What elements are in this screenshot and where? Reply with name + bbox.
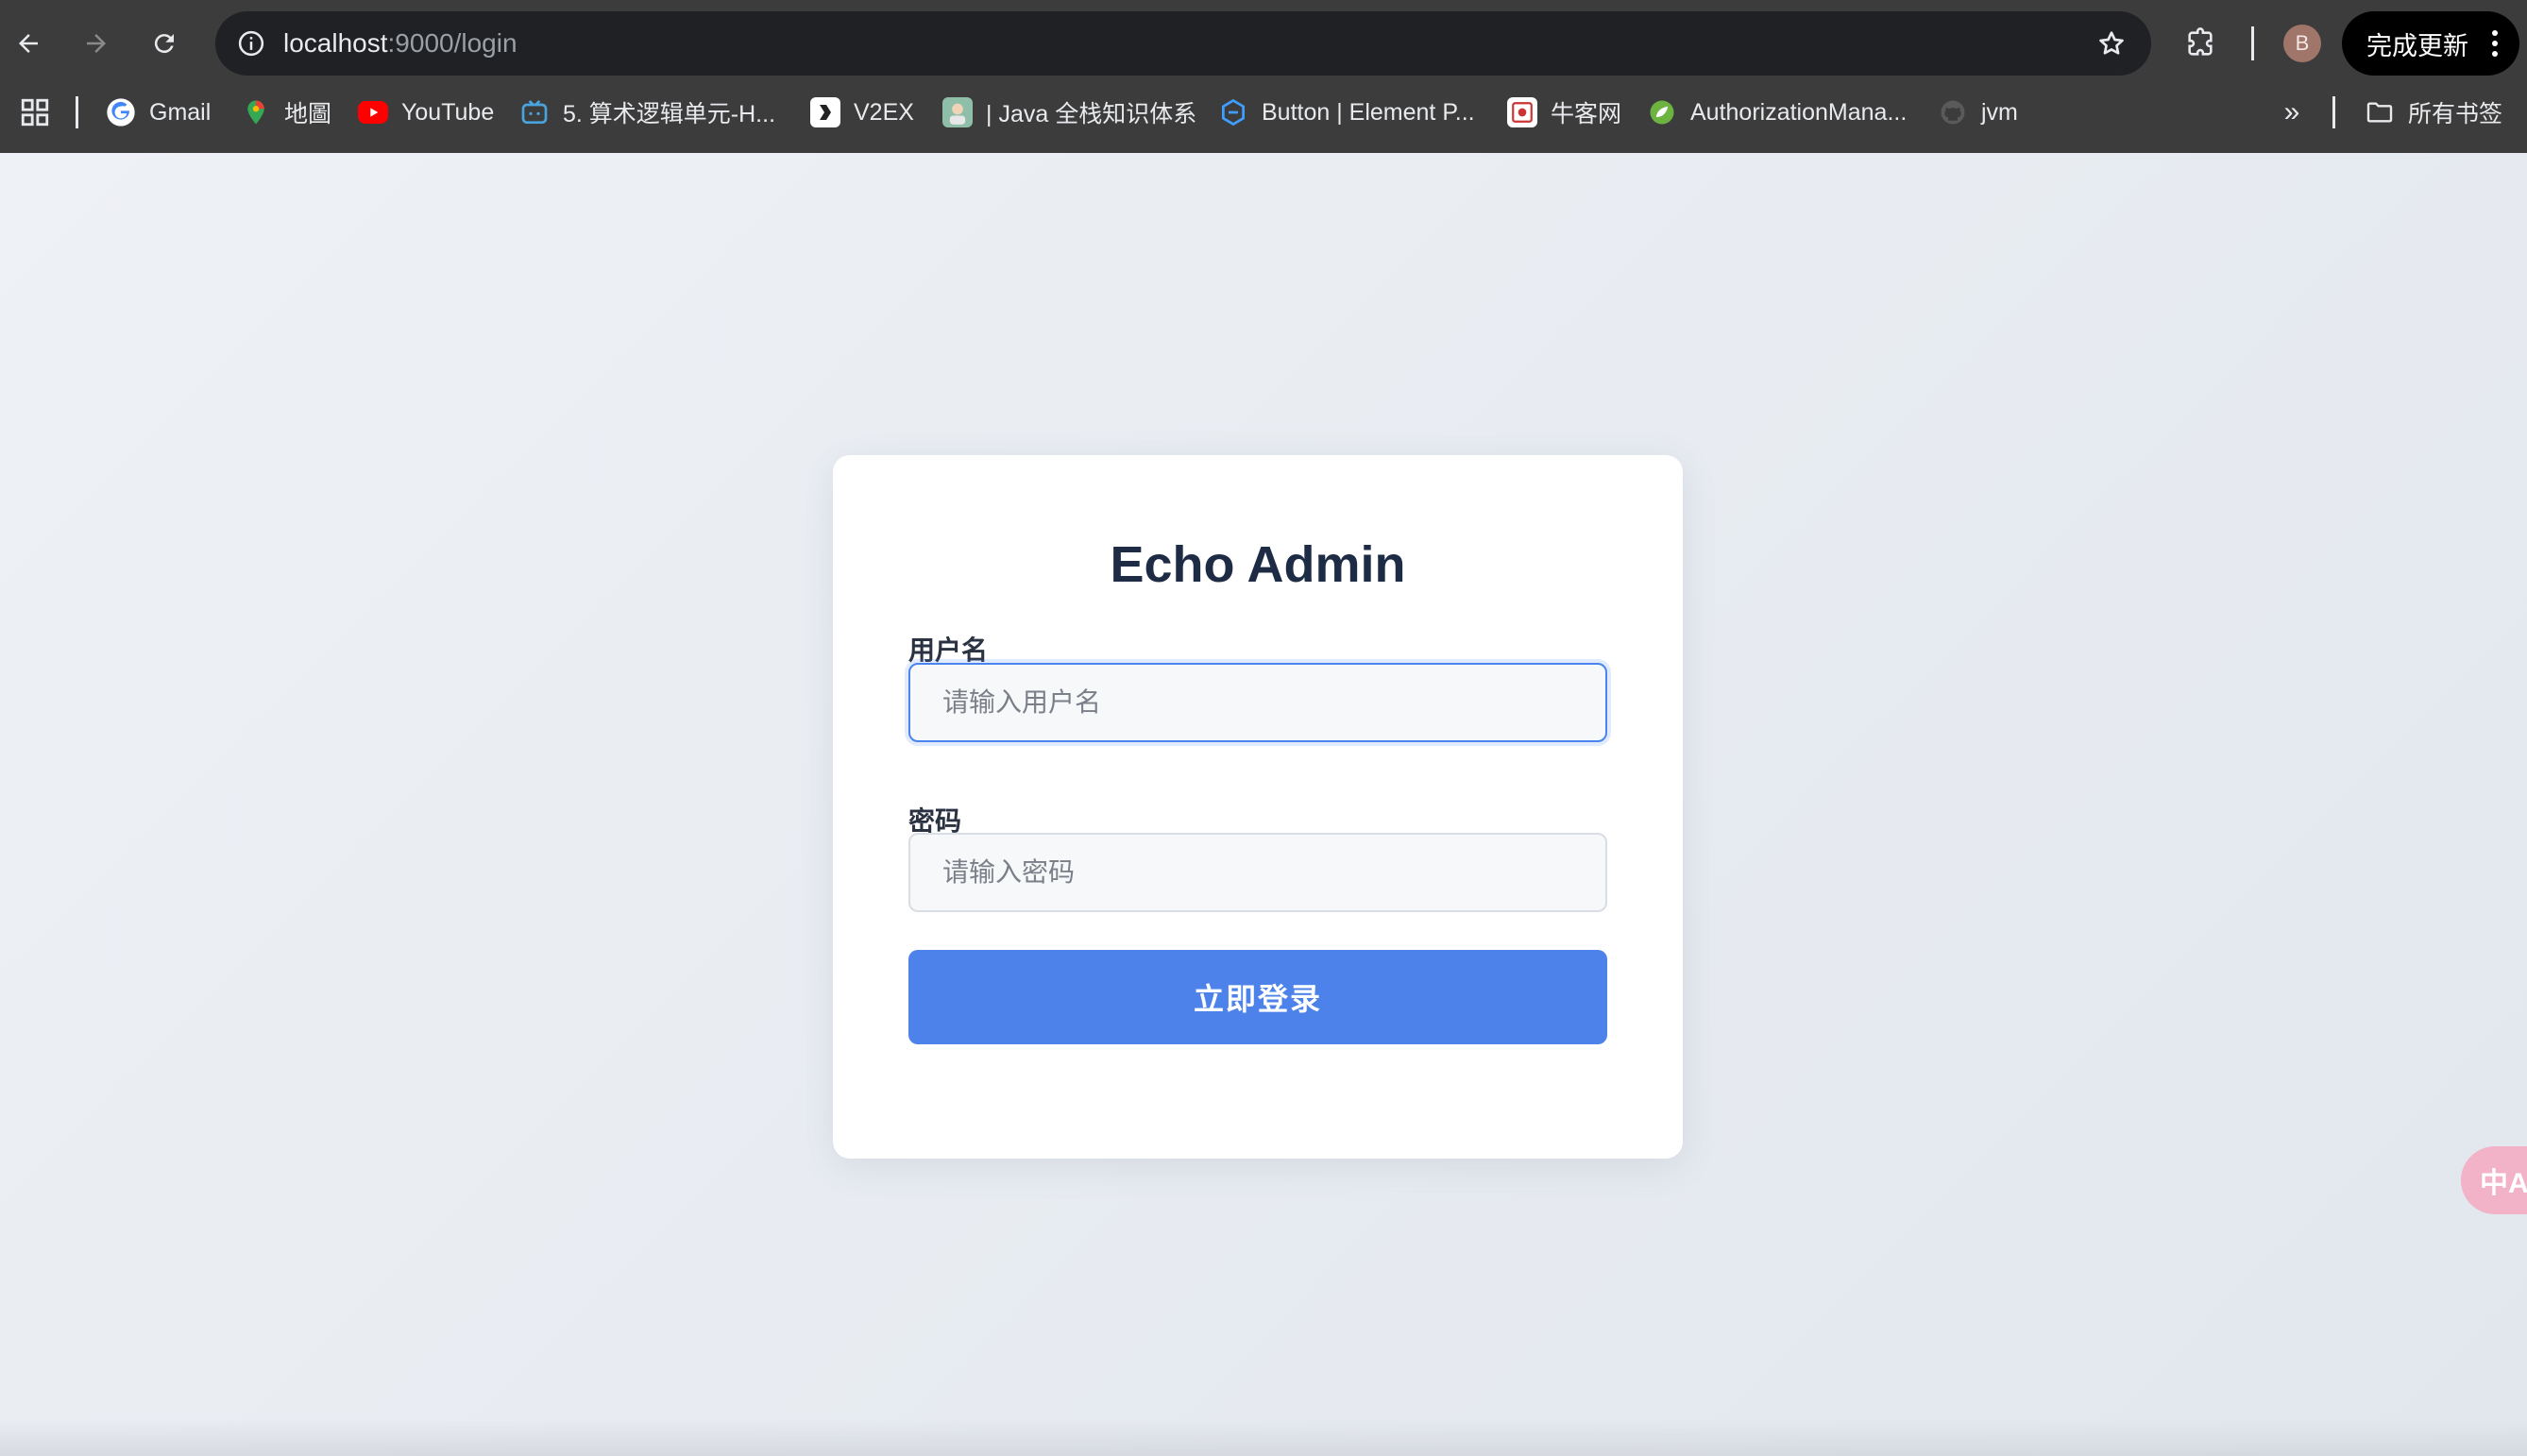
url-text[interactable]: localhost:9000/login: [283, 11, 517, 76]
bookmarks-bar: Gmail 地圖 YouTube 5. 算术逻辑单元-H... V2EX | J…: [0, 83, 2527, 142]
login-card: Echo Admin 用户名 密码 立即登录: [833, 455, 1683, 1159]
bookmark-item[interactable]: YouTube: [358, 83, 494, 142]
google-icon: [106, 97, 136, 127]
reload-button[interactable]: [142, 21, 187, 66]
bilibili-tv-icon: [519, 97, 550, 127]
bookmarks-divider: [76, 96, 78, 128]
bookmark-item[interactable]: 牛客网: [1507, 83, 1621, 142]
bookmark-item[interactable]: jvm: [1938, 83, 2018, 142]
puzzle-icon: [2188, 27, 2213, 56]
more-menu-icon: [2491, 28, 2499, 59]
bookmark-label: YouTube: [401, 98, 495, 126]
bookmark-label: jvm: [1981, 98, 2018, 126]
bookmark-label: | Java 全栈知识体系: [986, 101, 1197, 127]
forward-button[interactable]: [74, 21, 119, 66]
bookmark-item[interactable]: V2EX: [810, 83, 914, 142]
bookmark-item[interactable]: Gmail: [106, 83, 211, 142]
login-button[interactable]: 立即登录: [908, 950, 1607, 1044]
java-site-avatar-icon: [942, 97, 973, 127]
address-bar[interactable]: localhost:9000/login: [215, 11, 2151, 76]
browser-chrome: localhost:9000/login B 完成更新 Gmail 地圖 You…: [0, 0, 2527, 153]
update-button[interactable]: 完成更新: [2342, 11, 2519, 76]
toolbar-divider: [2251, 26, 2254, 60]
bookmark-item[interactable]: Button | Element P...: [1218, 83, 1475, 142]
v2ex-icon: [810, 97, 840, 127]
url-path: :9000/login: [387, 28, 517, 58]
username-label: 用户名: [908, 635, 989, 665]
update-label: 完成更新: [2366, 31, 2468, 60]
bookmarks-folder-label: 所有书签: [2408, 101, 2503, 127]
arrow-left-icon: [19, 34, 38, 53]
bookmark-label: 地圖: [284, 101, 332, 127]
translate-icon[interactable]: 中A: [2461, 1146, 2527, 1214]
username-input[interactable]: [908, 663, 1607, 742]
site-info-icon[interactable]: [230, 23, 272, 64]
all-bookmarks-folder[interactable]: 所有书签: [2365, 83, 2502, 142]
bookmark-label: Button | Element P...: [1262, 98, 1475, 126]
bookmark-item[interactable]: 地圖: [241, 83, 331, 142]
spring-leaf-icon: [1647, 97, 1677, 127]
bookmark-label: V2EX: [854, 98, 914, 126]
page-background: Echo Admin 用户名 密码 立即登录: [0, 153, 2527, 1456]
github-icon: [1938, 97, 1968, 127]
back-button[interactable]: [6, 21, 51, 66]
bookmark-item[interactable]: 5. 算术逻辑单元-H...: [519, 83, 775, 142]
profile-avatar[interactable]: B: [2283, 25, 2321, 62]
page-bottom-shade: [0, 1418, 2527, 1456]
bookmark-label: 5. 算术逻辑单元-H...: [563, 101, 776, 127]
arrow-right-icon: [87, 34, 106, 53]
nowcoder-icon: [1507, 97, 1537, 127]
bookmarks-divider: [2332, 96, 2335, 128]
bookmark-star-icon[interactable]: [2093, 25, 2130, 62]
login-title: Echo Admin: [1110, 536, 1406, 593]
apps-grid-icon[interactable]: [19, 96, 51, 128]
bookmark-item[interactable]: | Java 全栈知识体系: [942, 83, 1196, 142]
bookmark-item[interactable]: AuthorizationMana...: [1647, 83, 1907, 142]
maps-pin-icon: [241, 97, 271, 127]
url-host: localhost: [283, 28, 388, 58]
reload-icon: [154, 34, 174, 54]
folder-icon: [2365, 97, 2395, 127]
element-plus-icon: [1218, 97, 1248, 127]
bookmark-label: 牛客网: [1551, 101, 1622, 127]
password-input[interactable]: [908, 833, 1607, 912]
bookmark-label: AuthorizationMana...: [1690, 98, 1908, 126]
bookmark-label: Gmail: [149, 98, 212, 126]
extensions-button[interactable]: [2178, 21, 2223, 66]
double-chevron-right-icon[interactable]: »: [2276, 96, 2308, 128]
youtube-icon: [358, 101, 388, 124]
